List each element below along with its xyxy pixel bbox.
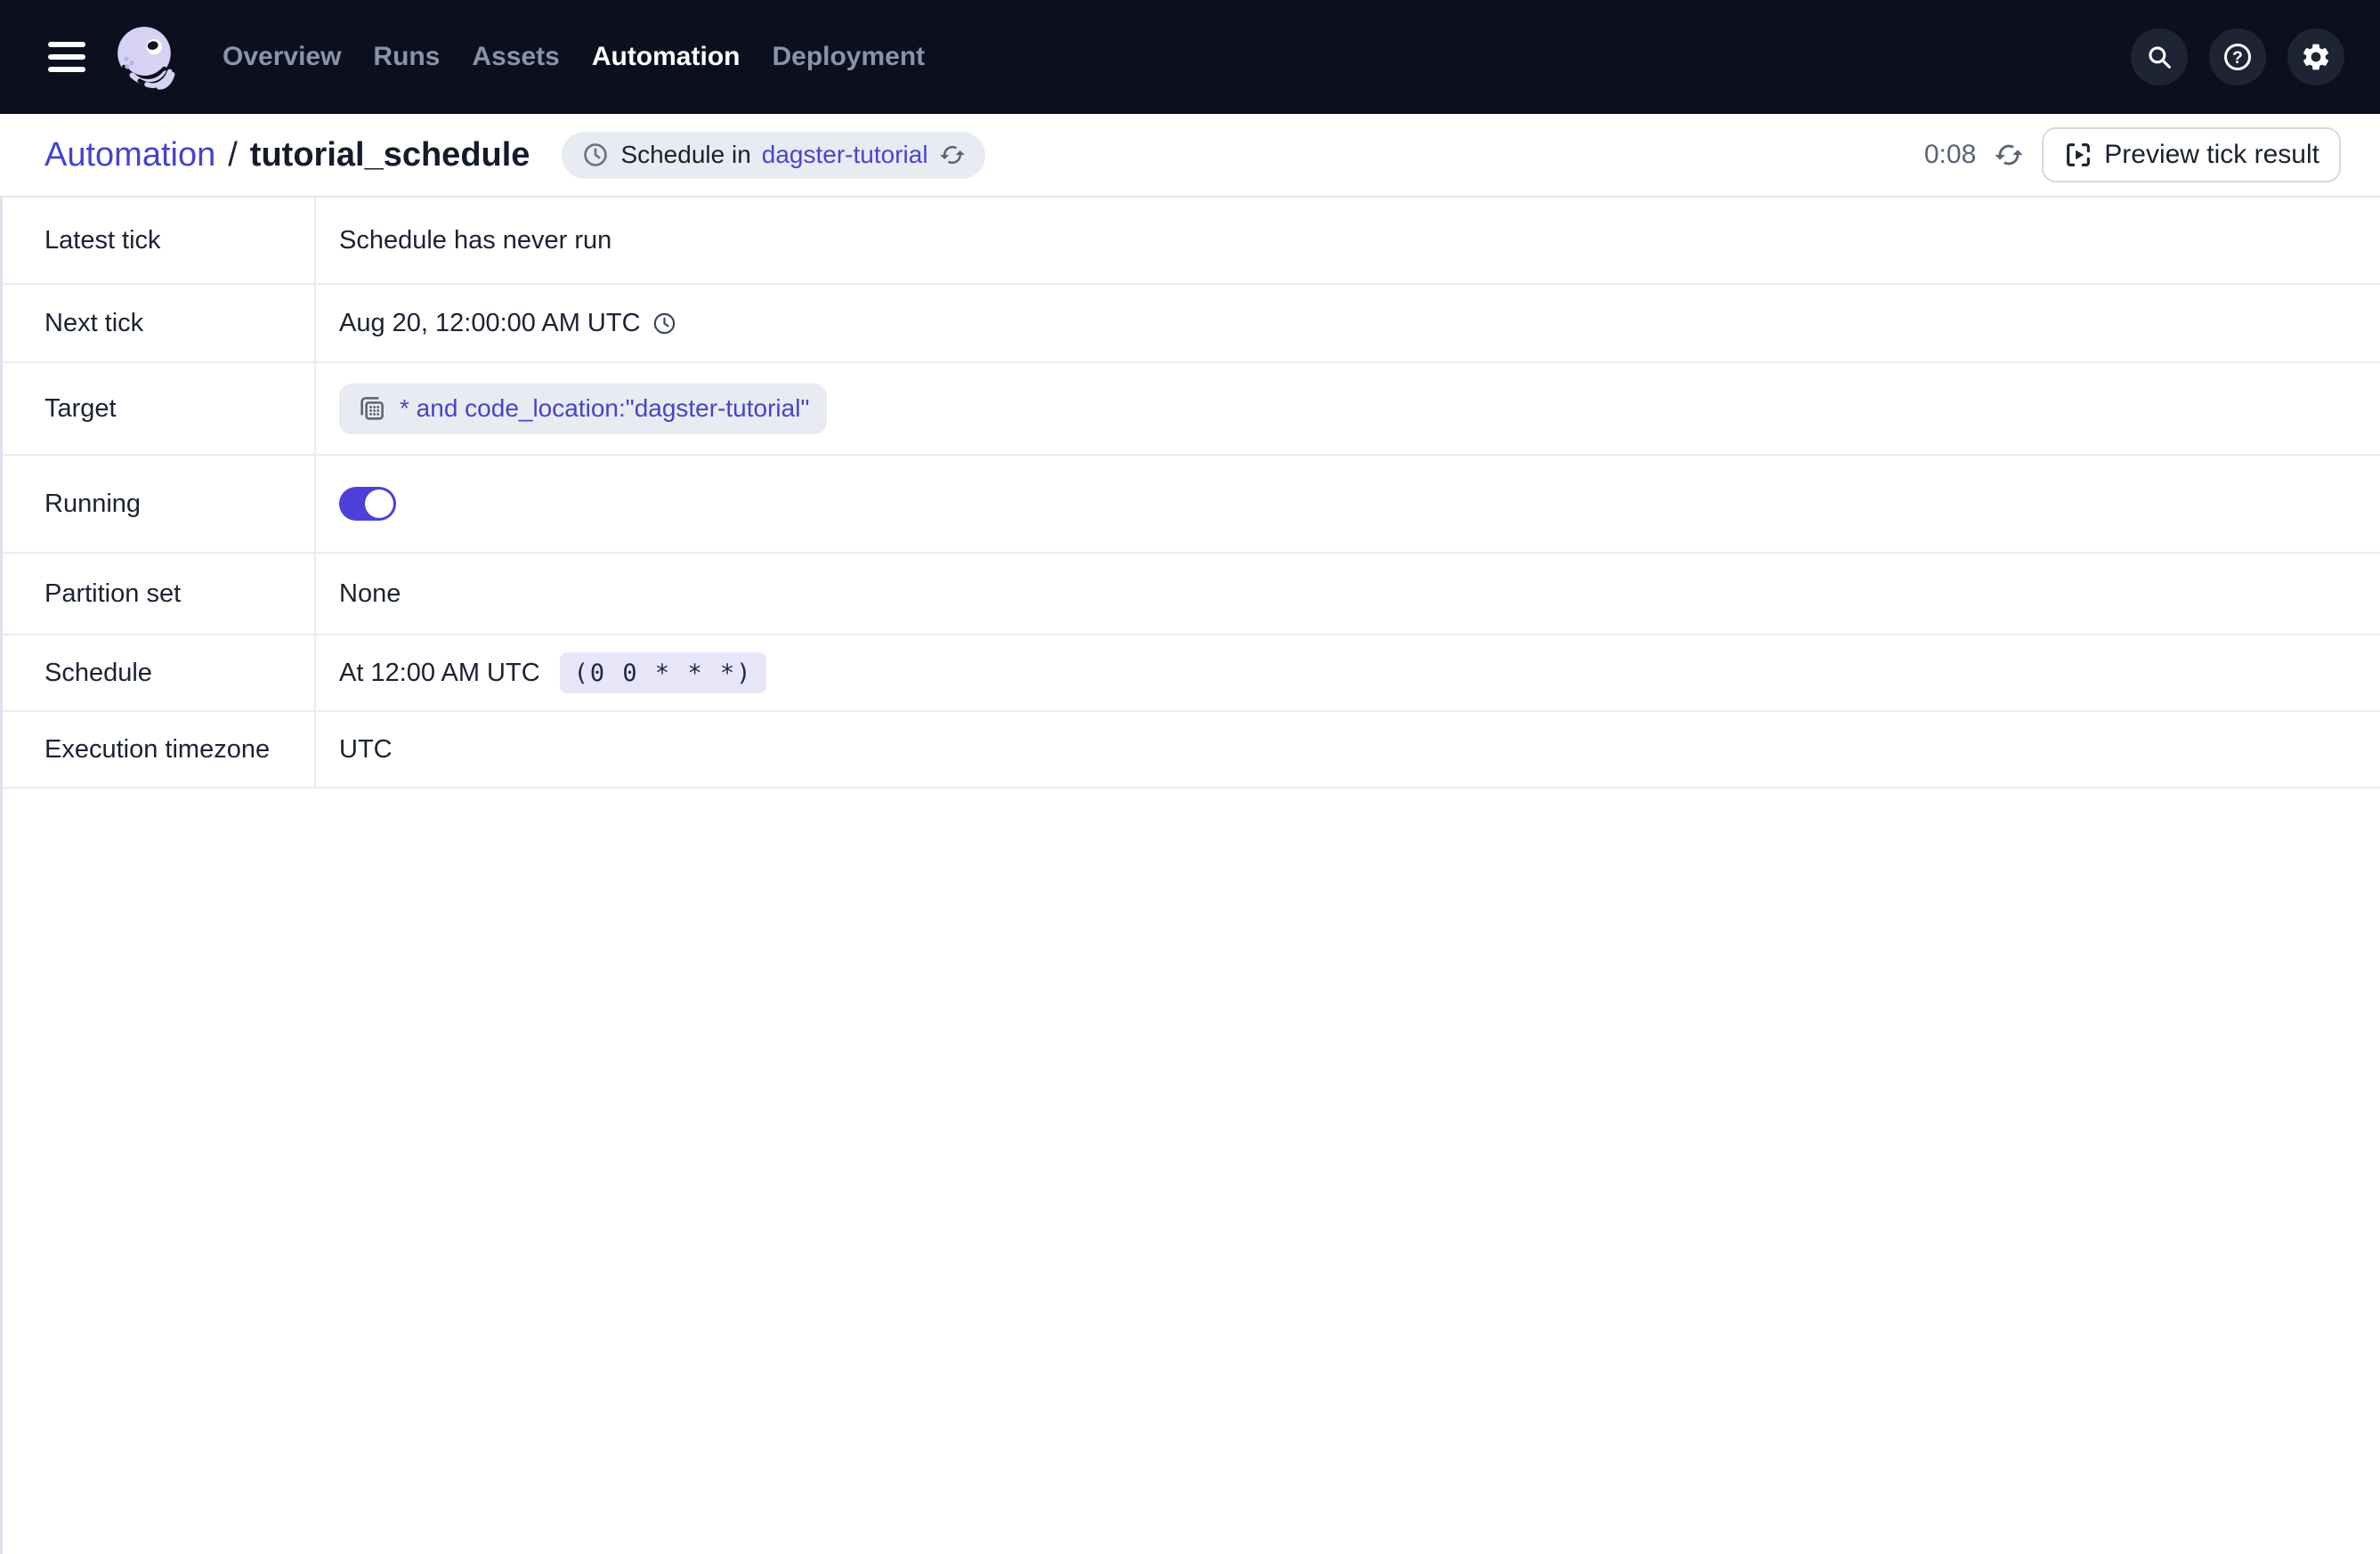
toggle-knob bbox=[365, 490, 393, 518]
reload-location-button[interactable] bbox=[939, 142, 966, 168]
nav-overview[interactable]: Overview bbox=[223, 42, 341, 72]
nav-automation[interactable]: Automation bbox=[592, 42, 741, 72]
left-edge-line bbox=[0, 198, 3, 1554]
row-partition-set: Partition set None bbox=[0, 554, 2380, 635]
row-latest-tick: Latest tick Schedule has never run bbox=[0, 198, 2380, 285]
top-nav: Overview Runs Assets Automation Deployme… bbox=[0, 0, 2380, 114]
primary-nav: Overview Runs Assets Automation Deployme… bbox=[223, 42, 925, 72]
help-button[interactable]: ? bbox=[2209, 28, 2266, 85]
dagster-octopus-icon bbox=[112, 24, 178, 90]
asset-selection-badge[interactable]: * and code_location:"dagster-tutorial" bbox=[339, 384, 827, 434]
row-label: Next tick bbox=[0, 285, 316, 361]
schedule-details: Latest tick Schedule has never run Next … bbox=[0, 198, 2380, 789]
header-actions: 0:08 Preview tick result bbox=[1924, 127, 2341, 182]
clock-icon bbox=[652, 311, 677, 336]
svg-text:?: ? bbox=[2232, 48, 2243, 68]
preview-tick-result-button[interactable]: Preview tick result bbox=[2042, 127, 2341, 182]
row-next-tick: Next tick Aug 20, 12:00:00 AM UTC bbox=[0, 285, 2380, 363]
row-label: Target bbox=[0, 363, 316, 454]
settings-button[interactable] bbox=[2287, 28, 2344, 85]
cron-expression-badge: (0 0 * * *) bbox=[560, 652, 767, 693]
breadcrumb: Automation / tutorial_schedule Schedule … bbox=[45, 132, 985, 179]
gear-icon bbox=[2300, 41, 2332, 73]
refresh-button[interactable] bbox=[1994, 140, 2024, 170]
badge-prefix: Schedule in bbox=[620, 141, 750, 169]
latest-tick-value: Schedule has never run bbox=[339, 226, 611, 255]
row-label: Schedule bbox=[0, 635, 316, 710]
refresh-countdown: 0:08 bbox=[1924, 140, 1976, 170]
row-running: Running bbox=[0, 456, 2380, 554]
schedule-location-badge: Schedule in dagster-tutorial bbox=[562, 132, 984, 179]
row-target: Target * and code_location:"dagster-tuto… bbox=[0, 363, 2380, 456]
nav-runs[interactable]: Runs bbox=[373, 42, 440, 72]
code-location-link[interactable]: dagster-tutorial bbox=[762, 141, 928, 169]
nav-assets[interactable]: Assets bbox=[472, 42, 559, 72]
partition-set-value: None bbox=[339, 579, 401, 609]
running-toggle[interactable] bbox=[339, 487, 396, 521]
breadcrumb-separator: / bbox=[228, 136, 238, 174]
breadcrumb-automation-link[interactable]: Automation bbox=[45, 136, 215, 174]
execution-timezone-value: UTC bbox=[339, 735, 393, 765]
help-icon: ? bbox=[2222, 41, 2254, 73]
nav-deployment[interactable]: Deployment bbox=[772, 42, 925, 72]
search-icon bbox=[2144, 42, 2174, 72]
target-selection-text: * and code_location:"dagster-tutorial" bbox=[400, 394, 809, 423]
row-schedule: Schedule At 12:00 AM UTC (0 0 * * *) bbox=[0, 635, 2380, 712]
menu-icon bbox=[48, 42, 85, 47]
nav-right-actions: ? bbox=[2131, 28, 2344, 85]
row-label: Running bbox=[0, 456, 316, 552]
row-label: Latest tick bbox=[0, 198, 316, 283]
search-button[interactable] bbox=[2131, 28, 2188, 85]
dagster-logo[interactable] bbox=[112, 24, 178, 90]
next-tick-value: Aug 20, 12:00:00 AM UTC bbox=[339, 309, 641, 338]
preview-icon bbox=[2063, 140, 2093, 170]
page-header: Automation / tutorial_schedule Schedule … bbox=[0, 114, 2380, 198]
preview-button-label: Preview tick result bbox=[2104, 140, 2319, 170]
refresh-icon bbox=[939, 142, 966, 168]
schedule-description: At 12:00 AM UTC bbox=[339, 659, 540, 688]
row-label: Partition set bbox=[0, 554, 316, 634]
row-execution-timezone: Execution timezone UTC bbox=[0, 712, 2380, 789]
row-label: Execution timezone bbox=[0, 712, 316, 787]
page-title: tutorial_schedule bbox=[250, 136, 530, 174]
refresh-icon bbox=[1994, 140, 2024, 170]
clock-icon bbox=[581, 141, 610, 169]
menu-button[interactable] bbox=[48, 42, 85, 72]
asset-selection-icon bbox=[357, 393, 387, 424]
